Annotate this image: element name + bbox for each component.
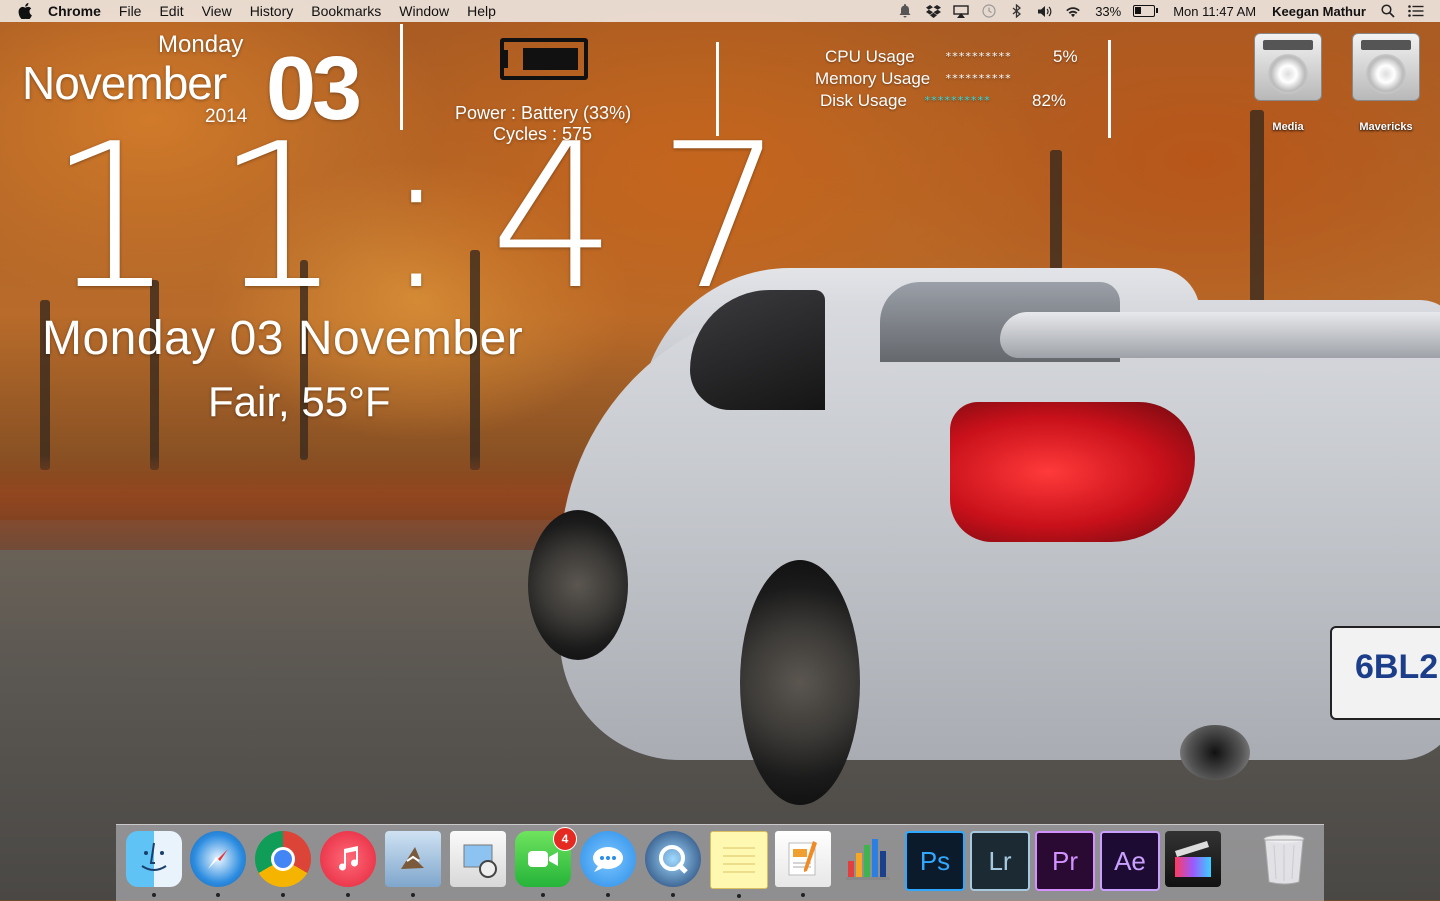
menu-bar: Chrome File Edit View History Bookmarks …	[0, 0, 1440, 22]
menu-help[interactable]: Help	[467, 3, 496, 19]
stat-disk-value: 82%	[1032, 91, 1067, 110]
stat-memory-label: Memory Usage	[815, 69, 931, 88]
time-machine-icon[interactable]	[981, 3, 997, 19]
finder-icon[interactable]	[126, 831, 182, 897]
widget-date-day: Monday	[158, 31, 244, 58]
lightroom-icon[interactable]: Lr	[970, 831, 1030, 891]
mail-icon[interactable]	[385, 831, 441, 897]
aftereffects-icon[interactable]: Ae	[1100, 831, 1160, 891]
airplay-icon[interactable]	[953, 3, 969, 19]
stat-disk-bar: **********	[924, 94, 991, 107]
status-area: 33% Mon 11:47 AM Keegan Mathur	[891, 0, 1440, 22]
facetime-badge: 4	[553, 827, 577, 851]
widget-divider	[1108, 40, 1111, 138]
hard-drive-icon[interactable]	[1254, 33, 1322, 101]
pages-icon[interactable]	[775, 831, 831, 897]
preview-icon[interactable]	[450, 831, 506, 887]
stat-memory-bar: **********	[945, 72, 1012, 85]
drive-media[interactable]: Media	[1248, 33, 1328, 133]
notes-icon[interactable]	[710, 831, 768, 898]
volume-icon[interactable]	[1037, 3, 1053, 19]
menu-file[interactable]: File	[119, 3, 142, 19]
quicktime-icon[interactable]	[645, 831, 701, 897]
dropbox-icon[interactable]	[925, 3, 941, 19]
menubar-clock[interactable]: Mon 11:47 AM	[1173, 4, 1256, 19]
battery-widget-tip	[500, 50, 508, 68]
finalcut-icon[interactable]	[1165, 831, 1221, 887]
widget-weather: Fair, 55°F	[208, 378, 391, 425]
battery-percent[interactable]: 33%	[1095, 4, 1121, 19]
stat-disk-label: Disk Usage	[820, 91, 907, 110]
drive-label[interactable]: Media	[1248, 121, 1328, 133]
widget-long-date: Monday 03 November	[42, 312, 524, 365]
photoshop-icon[interactable]: Ps	[905, 831, 965, 891]
menu-view[interactable]: View	[202, 3, 232, 19]
drive-mavericks[interactable]: Mavericks	[1346, 33, 1426, 133]
dock: 4 Ps Lr Pr Ae	[116, 824, 1324, 901]
hard-drive-icon[interactable]	[1352, 33, 1420, 101]
chrome-icon[interactable]	[255, 831, 311, 897]
stat-cpu-label: CPU Usage	[825, 47, 915, 66]
widget-clock: 11:47	[48, 101, 825, 334]
wifi-icon[interactable]	[1065, 3, 1081, 19]
menu-app-name[interactable]: Chrome	[48, 3, 101, 19]
facetime-icon[interactable]: 4	[515, 827, 577, 897]
messages-icon[interactable]	[580, 831, 636, 897]
stat-memory: Memory Usage **********	[815, 69, 1053, 89]
numbers-icon[interactable]	[840, 831, 896, 887]
menu-bookmarks[interactable]: Bookmarks	[311, 3, 381, 19]
notification-center-icon[interactable]	[1408, 3, 1424, 19]
battery-icon[interactable]	[1133, 5, 1159, 17]
safari-icon[interactable]	[190, 831, 246, 897]
stat-disk: Disk Usage ********** 82%	[820, 91, 1066, 111]
menu-history[interactable]: History	[250, 3, 294, 19]
stat-cpu: CPU Usage ********** 5%	[825, 47, 1078, 67]
drive-label[interactable]: Mavericks	[1346, 121, 1426, 133]
itunes-icon[interactable]	[320, 831, 376, 897]
spotlight-search-icon[interactable]	[1380, 3, 1396, 19]
notification-bell-icon[interactable]	[897, 3, 913, 19]
menu-edit[interactable]: Edit	[159, 3, 183, 19]
bluetooth-icon[interactable]	[1009, 3, 1025, 19]
apple-menu-icon[interactable]	[16, 2, 34, 20]
trash-icon[interactable]	[1256, 831, 1312, 887]
menubar-user[interactable]: Keegan Mathur	[1272, 4, 1366, 19]
premiere-icon[interactable]: Pr	[1035, 831, 1095, 891]
stat-cpu-value: 5%	[1053, 47, 1078, 66]
battery-widget-icon	[500, 38, 588, 80]
menu-window[interactable]: Window	[399, 3, 449, 19]
stat-cpu-bar: **********	[945, 50, 1012, 63]
